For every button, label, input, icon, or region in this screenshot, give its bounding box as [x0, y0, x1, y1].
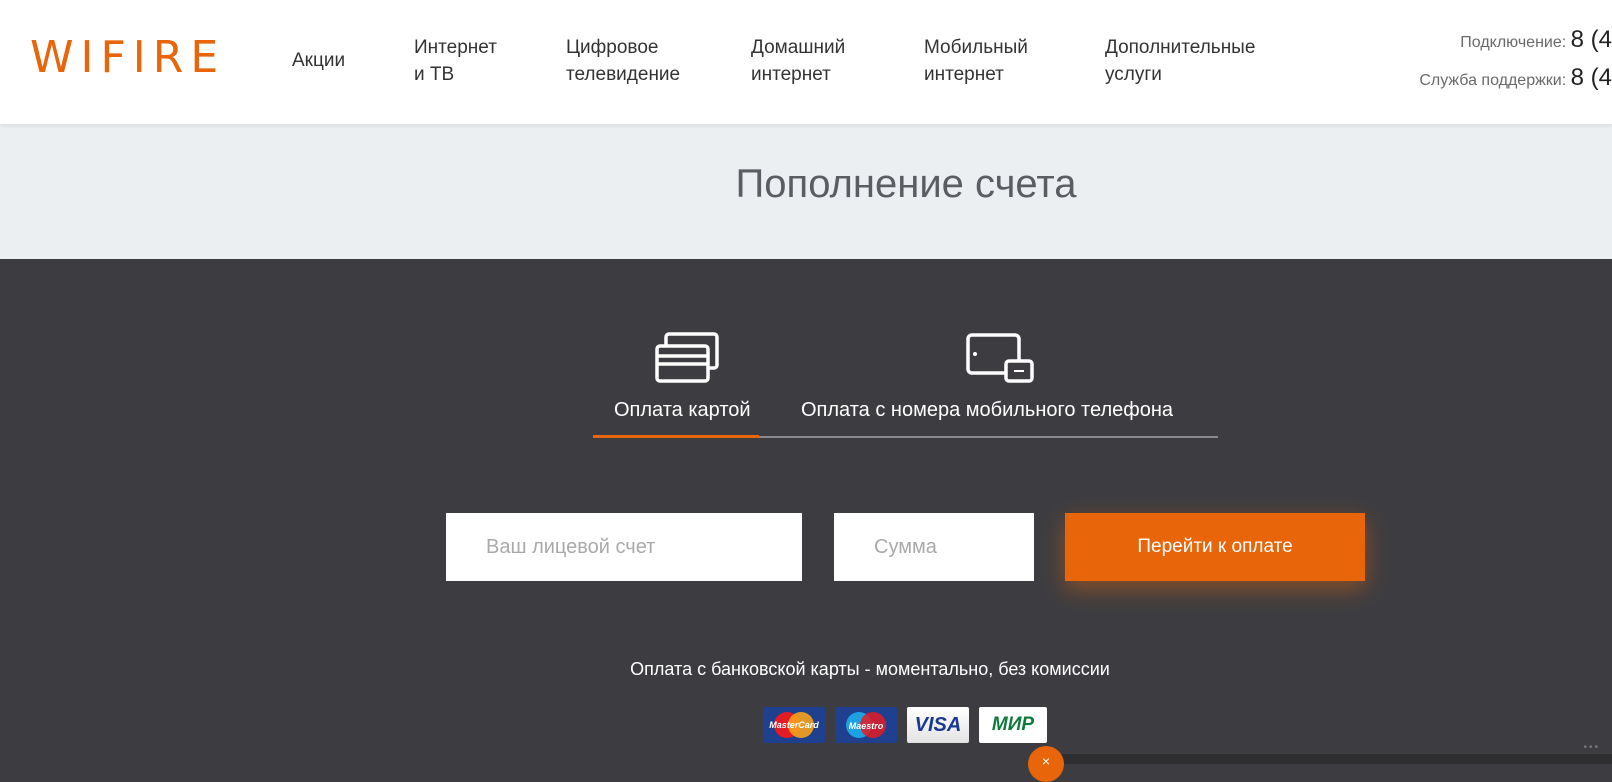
bottom-bar: [1060, 754, 1612, 764]
support-contact: Служба поддержки: 8 (4: [1312, 64, 1612, 102]
tab-card-label: Оплата картой: [614, 399, 751, 421]
nav-item-promotions[interactable]: Акции: [292, 47, 345, 74]
proceed-to-payment-button[interactable]: Перейти к оплате: [1065, 513, 1365, 581]
nav-item-internet-tv[interactable]: Интернет и ТВ: [414, 34, 497, 88]
maestro-text: Maestro: [848, 721, 884, 731]
payment-note: Оплата с банковской карты - моментально,…: [630, 659, 1110, 679]
close-chevron-icon[interactable]: ×: [1028, 746, 1064, 782]
support-label: Служба поддержки:: [1419, 72, 1567, 89]
payment-logos: MasterCard Maestro VISA МИР: [763, 707, 1059, 743]
payment-section: Оплата картой Оплата с номера мобильного…: [0, 259, 1612, 764]
nav-item-label: услуги: [1105, 64, 1162, 85]
nav-item-label: Цифровое: [566, 37, 659, 58]
visa-text: VISA: [914, 714, 962, 736]
mobile-devices-icon: [966, 333, 1034, 383]
connection-label: Подключение:: [1460, 34, 1567, 51]
mir-text: МИР: [991, 714, 1035, 735]
amount-input[interactable]: [834, 513, 1034, 581]
active-tab-indicator: [593, 435, 759, 438]
more-dots-icon: •••: [1583, 742, 1600, 753]
mastercard-logo: MasterCard: [763, 707, 825, 743]
nav-item-label: интернет: [751, 64, 831, 85]
nav-item-label: Акции: [292, 50, 346, 71]
tab-card-payment[interactable]: Оплата картой: [610, 259, 760, 434]
site-header: WIFIRE Акции Интернет и ТВ Цифровое теле…: [0, 0, 1612, 124]
nav-item-label: телевидение: [566, 64, 681, 85]
support-phone[interactable]: 8 (4: [1571, 64, 1612, 91]
title-band: Пополнение счета: [0, 124, 1612, 259]
connection-contact: Подключение: 8 (4: [1312, 26, 1612, 64]
nav-item-label: Дополнительные: [1105, 37, 1256, 58]
connection-phone[interactable]: 8 (4: [1571, 26, 1612, 53]
nav-item-label: и ТВ: [414, 64, 455, 85]
wifire-logo[interactable]: WIFIRE: [30, 32, 225, 84]
credit-card-icon: [655, 332, 719, 383]
tab-mobile-label: Оплата с номера мобильного телефона: [801, 399, 1173, 421]
nav-item-label: Домашний: [751, 37, 846, 58]
tab-mobile-payment[interactable]: Оплата с номера мобильного телефона: [800, 259, 1210, 434]
mastercard-text: MasterCard: [769, 720, 819, 730]
logo-text: WIFIRE: [30, 32, 226, 83]
nav-item-digital-tv[interactable]: Цифровое телевидение: [566, 34, 680, 88]
visa-logo: VISA: [907, 707, 969, 743]
nav-item-label: Мобильный: [924, 37, 1028, 58]
nav-item-additional-services[interactable]: Дополнительные услуги: [1105, 34, 1255, 88]
nav-item-label: Интернет: [414, 37, 497, 58]
nav-item-label: интернет: [924, 64, 1004, 85]
contacts-block: Подключение: 8 (4 Служба поддержки: 8 (4: [1312, 26, 1612, 102]
maestro-logo: Maestro: [835, 707, 897, 743]
nav-item-mobile-internet[interactable]: Мобильный интернет: [924, 34, 1028, 88]
nav-item-home-internet[interactable]: Домашний интернет: [751, 34, 845, 88]
account-number-input[interactable]: [446, 513, 802, 581]
chat-glyph: ×: [1041, 753, 1051, 769]
mir-logo: МИР: [979, 707, 1047, 743]
page-title: Пополнение счета: [735, 162, 1077, 206]
